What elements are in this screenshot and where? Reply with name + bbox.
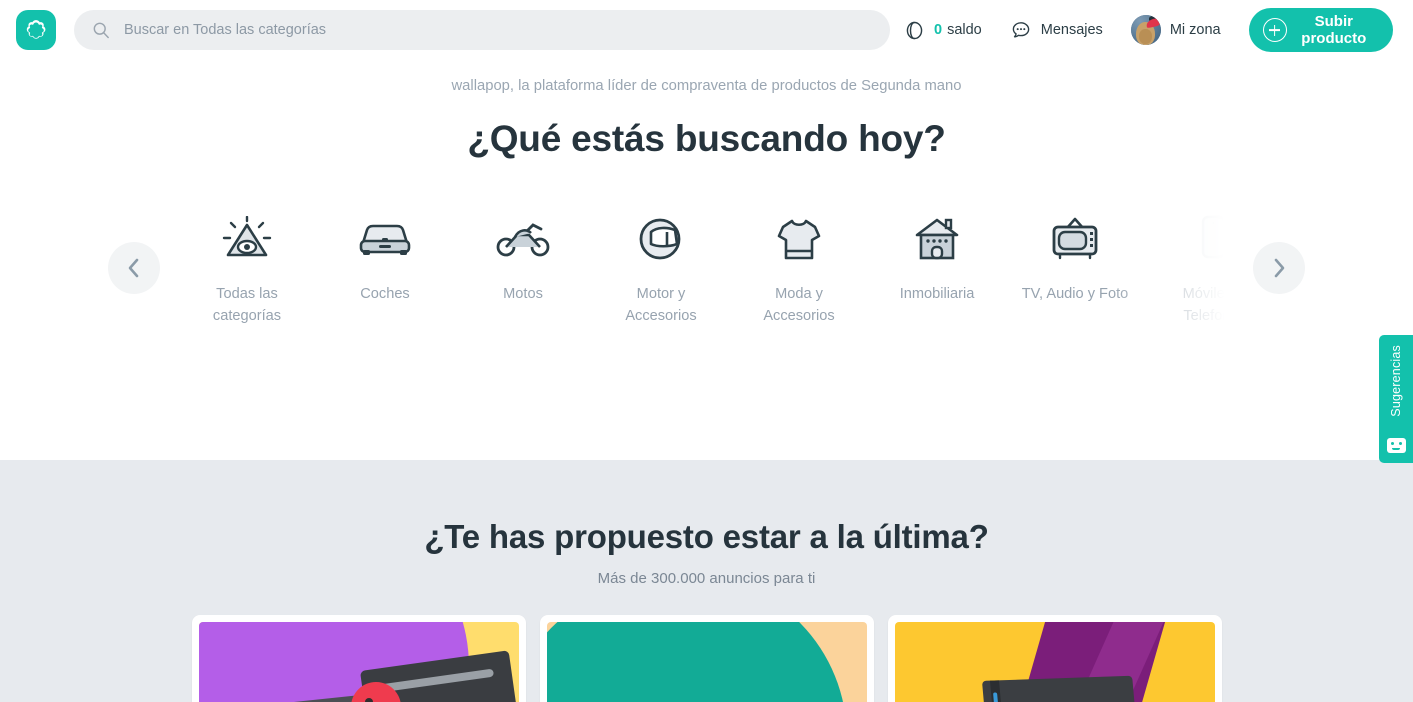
- carousel-next-button[interactable]: [1253, 241, 1305, 294]
- search-input[interactable]: [124, 22, 872, 38]
- hero-section: wallapop, la plataforma líder de comprav…: [0, 60, 1413, 460]
- messages-button[interactable]: Mensajes: [996, 10, 1117, 50]
- category-label: Móviles y Telefonía: [1182, 285, 1235, 324]
- category-item-motos[interactable]: Motos: [454, 208, 592, 306]
- wallapop-logo-icon: [26, 20, 46, 39]
- wallapop-logo[interactable]: [16, 10, 56, 50]
- helmet-icon: [637, 208, 685, 270]
- category-item-todas-las-categorias[interactable]: Todas las categorías: [178, 208, 316, 328]
- chevron-right-icon: [1274, 258, 1285, 278]
- header-actions: 0 saldo Mensajes Mi zona Subir producto: [890, 8, 1393, 52]
- promo-card-image: [546, 622, 867, 702]
- category-label: Motor y Accesorios: [625, 285, 697, 324]
- chevron-left-icon: [128, 258, 139, 278]
- category-item-moviles-y-telefonia[interactable]: Móviles y Telefonía: [1144, 208, 1235, 328]
- search-icon: [93, 22, 109, 39]
- upload-product-label: Subir producto: [1301, 13, 1367, 47]
- wallet-balance[interactable]: 0 saldo: [890, 10, 996, 50]
- promo-card-playstation[interactable]: [887, 615, 1222, 702]
- top-header: 0 saldo Mensajes Mi zona Su: [0, 0, 1413, 60]
- latest-subtitle: Más de 300.000 anuncios para ti: [597, 570, 816, 587]
- category-label: Todas las categorías: [212, 285, 282, 324]
- promo-card-controller[interactable]: [539, 615, 874, 702]
- my-zone-label: Mi zona: [1169, 22, 1221, 38]
- category-label: Coches: [360, 285, 410, 302]
- carousel-prev-button[interactable]: [108, 241, 160, 294]
- robot-face-icon: [1386, 438, 1406, 453]
- category-label: Inmobiliaria: [899, 285, 975, 302]
- upload-product-button[interactable]: Subir producto: [1248, 8, 1393, 52]
- my-zone-button[interactable]: Mi zona: [1117, 10, 1235, 50]
- mobile-phone-icon: [1196, 208, 1230, 270]
- category-item-motor-y-accesorios[interactable]: Motor y Accesorios: [592, 208, 730, 328]
- coin-icon: [906, 21, 923, 39]
- suggestions-tab[interactable]: Sugerencias: [1379, 335, 1413, 463]
- category-carousel: Todas las categorías Coches Motos Motor …: [0, 208, 1413, 358]
- latest-title: ¿Te has propuesto estar a la última?: [424, 518, 989, 555]
- promo-card-switch[interactable]: [191, 615, 526, 702]
- suggestions-label: Sugerencias: [1389, 345, 1403, 417]
- category-label: Moda y Accesorios: [763, 285, 835, 324]
- category-item-moda-y-accesorios[interactable]: Moda y Accesorios: [730, 208, 868, 328]
- tshirt-icon: [775, 208, 823, 270]
- carousel-track: Todas las categorías Coches Motos Motor …: [178, 208, 1235, 358]
- car-icon: [357, 208, 413, 270]
- all-categories-eye-icon: [221, 208, 273, 270]
- house-icon: [913, 208, 961, 270]
- latest-section: ¿Te has propuesto estar a la última? Más…: [0, 460, 1413, 702]
- category-label: Motos: [503, 285, 543, 302]
- tv-icon: [1049, 208, 1101, 270]
- carousel-track-mask: Todas las categorías Coches Motos Motor …: [178, 208, 1235, 358]
- hero-tagline: wallapop, la plataforma líder de comprav…: [451, 78, 962, 94]
- chat-bubble-icon: [1012, 22, 1030, 38]
- page-title: ¿Qué estás buscando hoy?: [467, 117, 946, 159]
- category-item-inmobiliaria[interactable]: Inmobiliaria: [868, 208, 1006, 306]
- category-item-tv-audio-y-foto[interactable]: TV, Audio y Foto: [1006, 208, 1144, 306]
- avatar: [1130, 15, 1161, 45]
- motorbike-icon: [495, 208, 551, 270]
- promo-card-image: [198, 622, 519, 702]
- category-item-coches[interactable]: Coches: [316, 208, 454, 306]
- messages-label: Mensajes: [1040, 22, 1103, 38]
- wallet-label: saldo: [947, 22, 982, 38]
- category-label: TV, Audio y Foto: [1021, 285, 1129, 302]
- wallet-amount: 0: [934, 22, 943, 38]
- search-bar[interactable]: [74, 10, 890, 50]
- promo-card-list: [0, 615, 1413, 702]
- promo-card-image: [894, 622, 1215, 702]
- plus-icon: [1262, 18, 1287, 42]
